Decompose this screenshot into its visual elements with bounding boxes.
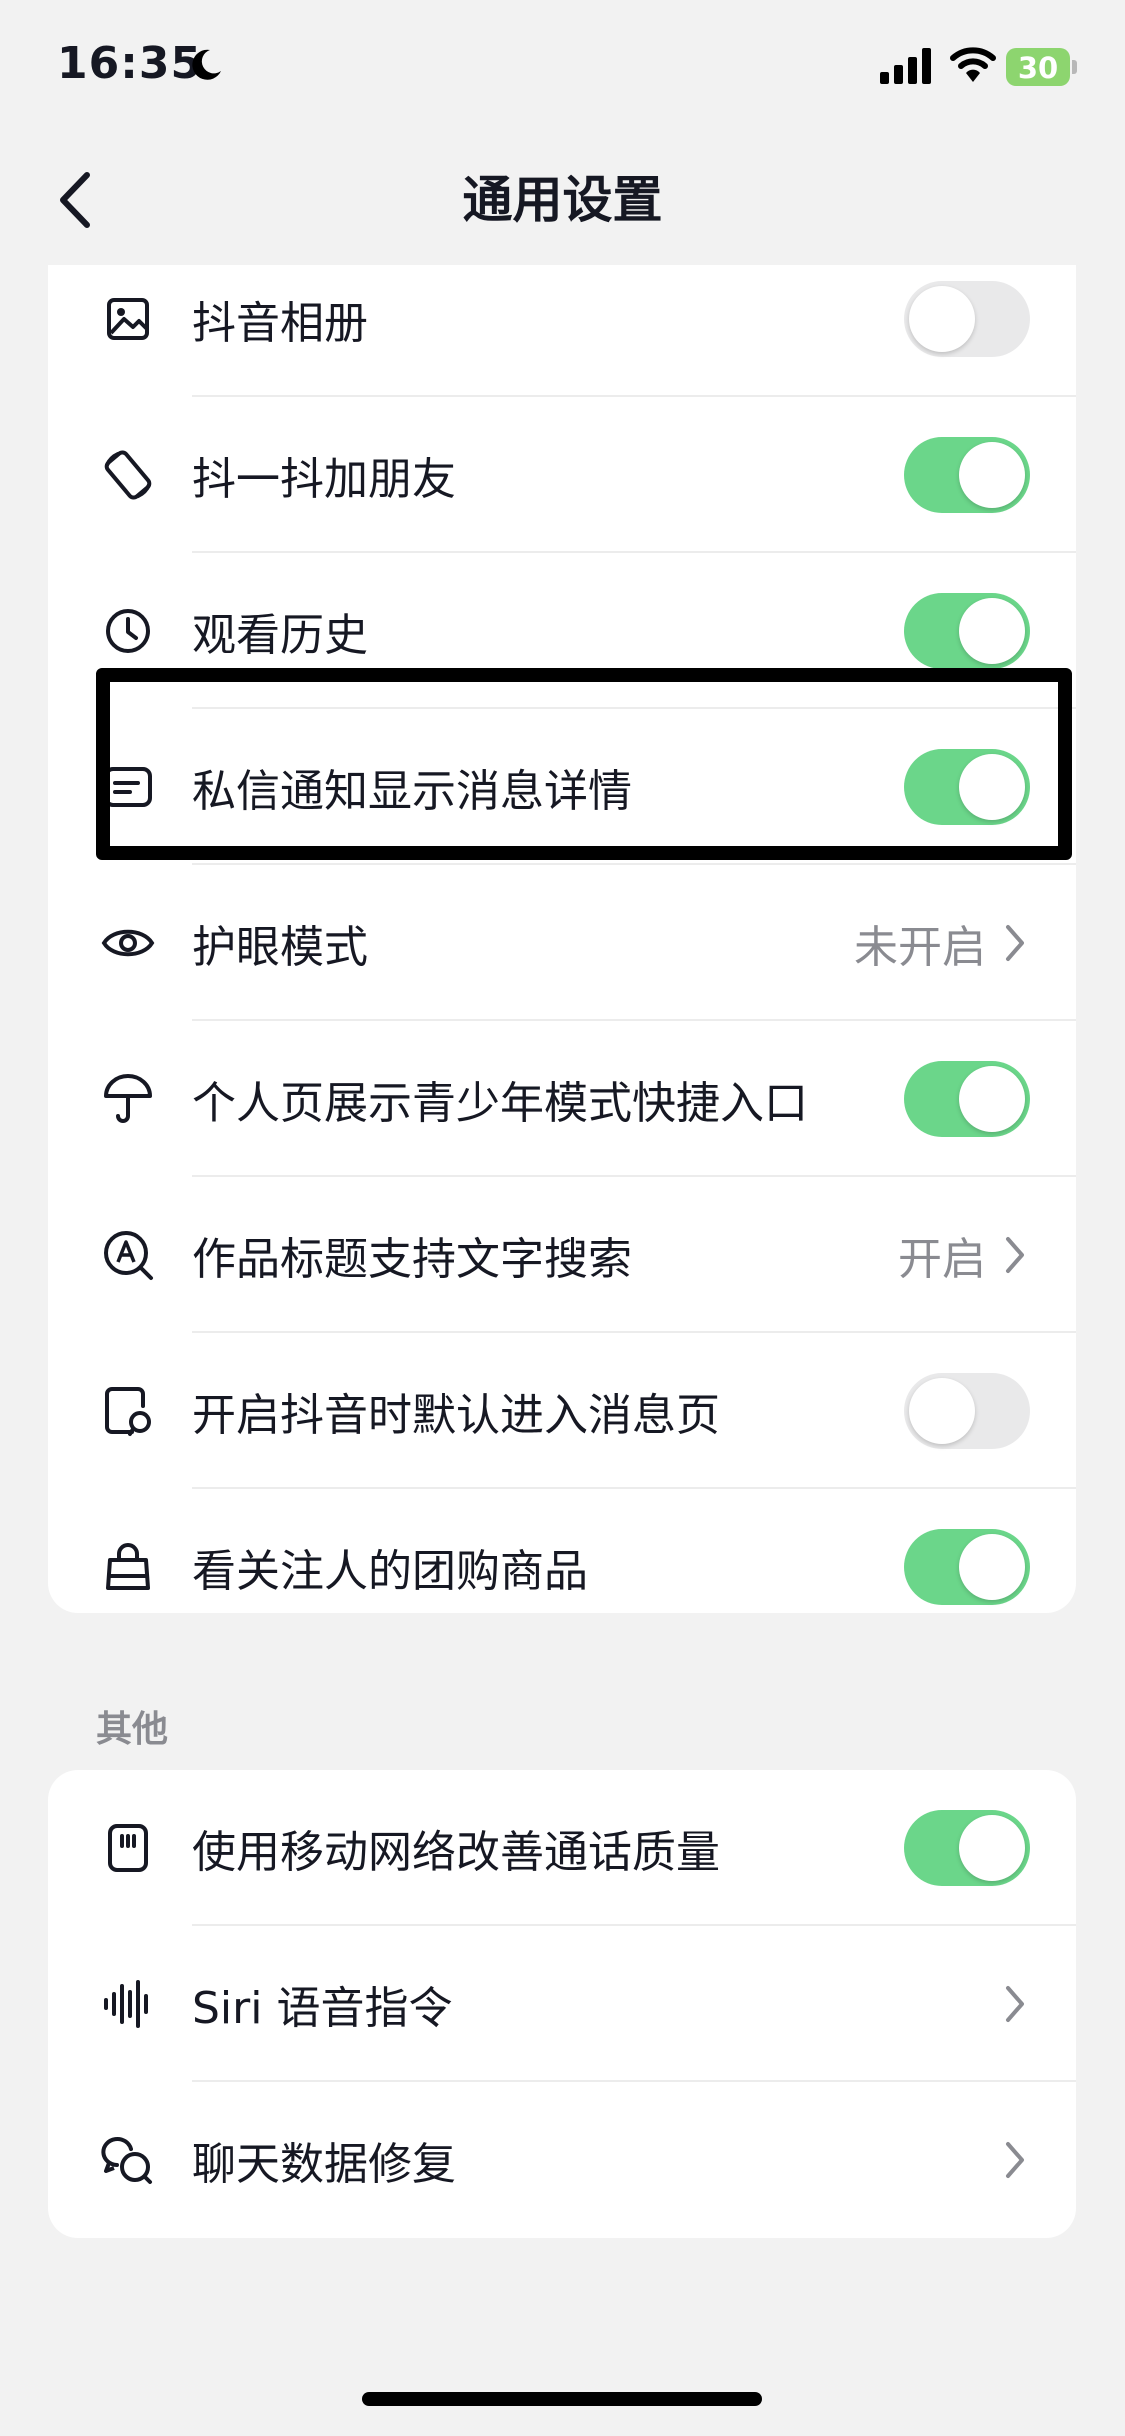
setting-row-mobile-network-calls[interactable]: 使用移动网络改善通话质量 — [48, 1770, 1076, 1926]
battery-level: 30 — [1017, 51, 1059, 85]
signal-icon — [880, 48, 931, 84]
setting-row-chat-data-repair[interactable]: 聊天数据修复 — [48, 2082, 1076, 2238]
setting-label: 护眼模式 — [192, 922, 368, 973]
rotate-phone-icon — [100, 447, 156, 503]
chevron-right-icon — [1006, 1986, 1024, 2022]
setting-row-followed-group-buy[interactable]: 看关注人的团购商品 — [48, 1489, 1076, 1613]
setting-label: Siri 语音指令 — [192, 1983, 453, 2034]
setting-label: 作品标题支持文字搜索 — [192, 1234, 632, 1285]
mobile-network-calls-toggle[interactable] — [904, 1810, 1030, 1886]
setting-row-teen-mode-shortcut[interactable]: 个人页展示青少年模式快捷入口 — [48, 1021, 1076, 1177]
setting-row-open-to-messages[interactable]: 开启抖音时默认进入消息页 — [48, 1333, 1076, 1489]
clock-icon — [100, 603, 156, 659]
setting-label: 观看历史 — [192, 610, 368, 661]
title-text-search-status: 开启 — [898, 1234, 986, 1285]
chevron-right-icon — [1006, 1237, 1024, 1273]
chevron-right-icon — [1006, 2142, 1024, 2178]
search-a-icon — [100, 1227, 156, 1283]
shake-add-friend-toggle[interactable] — [904, 437, 1030, 513]
image-icon — [100, 291, 156, 347]
eye-icon — [100, 915, 156, 971]
eye-protection-status: 未开启 — [854, 922, 986, 973]
sim-card-icon — [100, 1820, 156, 1876]
page-title: 通用设置 — [462, 171, 663, 229]
setting-row-title-text-search[interactable]: 作品标题支持文字搜索 开启 — [48, 1177, 1076, 1333]
setting-row-shake-add-friend[interactable]: 抖一抖加朋友 — [48, 397, 1076, 553]
status-bar: 16:35 30 — [0, 0, 1125, 135]
followed-group-buy-toggle[interactable] — [904, 1529, 1030, 1605]
highlight-box — [96, 668, 1072, 860]
setting-label: 看关注人的团购商品 — [192, 1546, 588, 1597]
shopping-bag-icon — [100, 1539, 156, 1595]
watch-history-toggle[interactable] — [904, 593, 1030, 669]
setting-row-eye-protection[interactable]: 护眼模式 未开启 — [48, 865, 1076, 1021]
setting-label: 开启抖音时默认进入消息页 — [192, 1390, 720, 1441]
setting-label: 使用移动网络改善通话质量 — [192, 1827, 720, 1878]
open-to-messages-toggle[interactable] — [904, 1373, 1030, 1449]
home-indicator — [362, 2392, 762, 2406]
umbrella-icon — [100, 1071, 156, 1127]
setting-row-douyin-album[interactable]: 抖音相册 — [48, 265, 1076, 397]
setting-row-siri-voice-commands[interactable]: Siri 语音指令 — [48, 1926, 1076, 2082]
setting-label: 聊天数据修复 — [192, 2139, 456, 2190]
chat-bubbles-icon — [100, 2132, 156, 2188]
other-settings-card: 使用移动网络改善通话质量 Siri 语音指令 聊天数据修复 — [48, 1770, 1076, 2238]
section-title-other: 其他 — [96, 1709, 169, 1750]
setting-label: 抖音相册 — [192, 298, 368, 349]
setting-label: 抖一抖加朋友 — [192, 454, 456, 505]
setting-label: 个人页展示青少年模式快捷入口 — [192, 1078, 808, 1129]
status-time: 16:35 — [57, 38, 203, 89]
sound-wave-icon — [100, 1976, 156, 2032]
chevron-right-icon — [1006, 925, 1024, 961]
douyin-album-toggle[interactable] — [904, 281, 1030, 357]
battery-indicator: 30 — [1006, 48, 1078, 86]
wifi-icon — [950, 47, 996, 82]
general-settings-card: 抖音相册 抖一抖加朋友 观看历史 私信通知显示消息详情 护眼模式 未开启 个人页… — [48, 265, 1076, 1613]
nav-bar: 通用设置 — [0, 135, 1125, 265]
moon-icon — [192, 49, 221, 80]
page-chat-icon — [100, 1383, 156, 1439]
teen-mode-shortcut-toggle[interactable] — [904, 1061, 1030, 1137]
